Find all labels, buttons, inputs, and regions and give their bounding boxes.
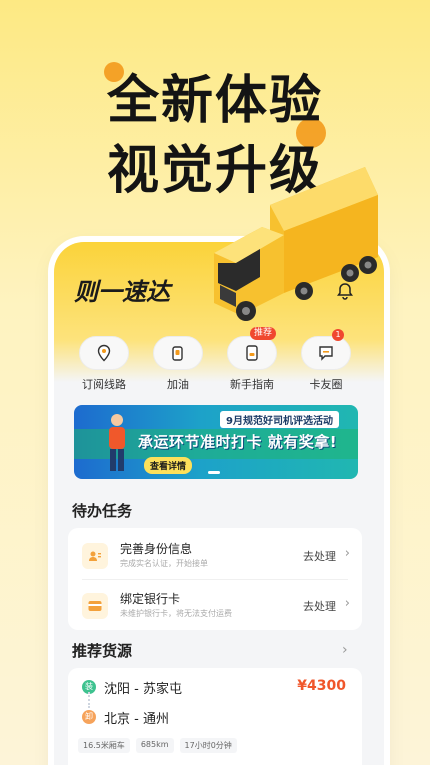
todo-item-title: 完善身份信息 — [120, 542, 193, 556]
guide-icon — [246, 345, 258, 361]
banner-details-button[interactable]: 查看详情 — [144, 457, 193, 474]
todo-item-bank-card[interactable]: 绑定银行卡 未维护银行卡，将无法支付运费 去处理 › — [68, 580, 362, 630]
todo-section-title: 待办任务 — [72, 502, 133, 520]
chevron-right-icon: › — [344, 596, 350, 611]
todo-item-subtitle: 完成实名认证，开始接单 — [120, 559, 208, 568]
todo-item-action[interactable]: 去处理 — [303, 548, 336, 564]
quick-action-icon-wrap: 推荐 — [227, 327, 277, 370]
cargo-card[interactable]: 装 沈阳 - 苏家屯 ¥4300 卸 北京 - 通州 16.5米厢车 685km… — [68, 668, 362, 765]
todo-item-subtitle: 未维护银行卡，将无法支付运费 — [120, 609, 232, 618]
headline-line-1: 全新体验 — [106, 71, 323, 131]
unload-tag: 卸 — [82, 710, 96, 724]
quick-action-icon-wrap: 1 — [301, 329, 351, 370]
route-connector — [88, 692, 90, 708]
promo-banner[interactable]: 9月规范好司机评选活动 承运环节准时打卡 就有奖拿! 查看详情 — [74, 405, 358, 479]
banner-page-indicator — [208, 471, 220, 474]
app-logo: 则一速达 — [74, 277, 170, 306]
location-pin-icon — [97, 344, 111, 362]
quick-action-fuel[interactable]: 加油 — [142, 336, 214, 392]
todo-card: 完善身份信息 完成实名认证，开始接单 去处理 › 绑定银行卡 未维护银行卡，将无… — [68, 528, 362, 630]
bank-card-icon — [82, 593, 108, 619]
route-destination: 北京 - 通州 — [104, 712, 169, 727]
todo-item-title: 绑定银行卡 — [120, 592, 181, 606]
todo-item-identity[interactable]: 完善身份信息 完成实名认证，开始接单 去处理 › — [68, 530, 362, 580]
recommend-badge: 推荐 — [249, 327, 276, 340]
quick-action-label: 卡友圈 — [309, 378, 343, 391]
attribute-chip: 16.5米厢车 — [78, 738, 130, 753]
quick-action-guide[interactable]: 推荐 新手指南 — [216, 327, 288, 392]
route-origin: 沈阳 - 苏家屯 — [104, 682, 182, 697]
quick-action-label: 订阅线路 — [82, 378, 126, 391]
todo-item-action[interactable]: 去处理 — [303, 598, 336, 614]
notification-count-badge: 1 — [332, 329, 344, 341]
quick-action-driver-circle[interactable]: 1 卡友圈 — [290, 329, 362, 392]
quick-action-icon-wrap — [79, 336, 129, 370]
quick-action-label: 新手指南 — [230, 378, 274, 391]
id-card-icon — [82, 543, 108, 569]
banner-event-tag: 9月规范好司机评选活动 — [220, 411, 339, 428]
quick-action-label: 加油 — [167, 378, 189, 391]
quick-action-subscribe-route[interactable]: 订阅线路 — [68, 336, 140, 392]
attribute-chip: 685km — [135, 738, 174, 753]
fuel-icon — [172, 346, 183, 361]
attribute-chip: 17小时0分钟 — [179, 738, 237, 753]
truck-illustration-icon — [214, 167, 378, 321]
chevron-right-icon: › — [344, 546, 350, 561]
chevron-right-icon[interactable]: › — [342, 642, 348, 658]
quick-action-icon-wrap — [153, 336, 203, 370]
recommend-section-title: 推荐货源 — [72, 642, 133, 660]
person-illustration-icon — [109, 414, 125, 471]
chat-icon — [319, 346, 333, 361]
banner-headline: 承运环节准时打卡 就有奖拿! — [138, 433, 338, 451]
cargo-price: ¥4300 — [297, 678, 346, 694]
cargo-attributes: 16.5米厢车 685km 17小时0分钟 — [78, 738, 237, 753]
